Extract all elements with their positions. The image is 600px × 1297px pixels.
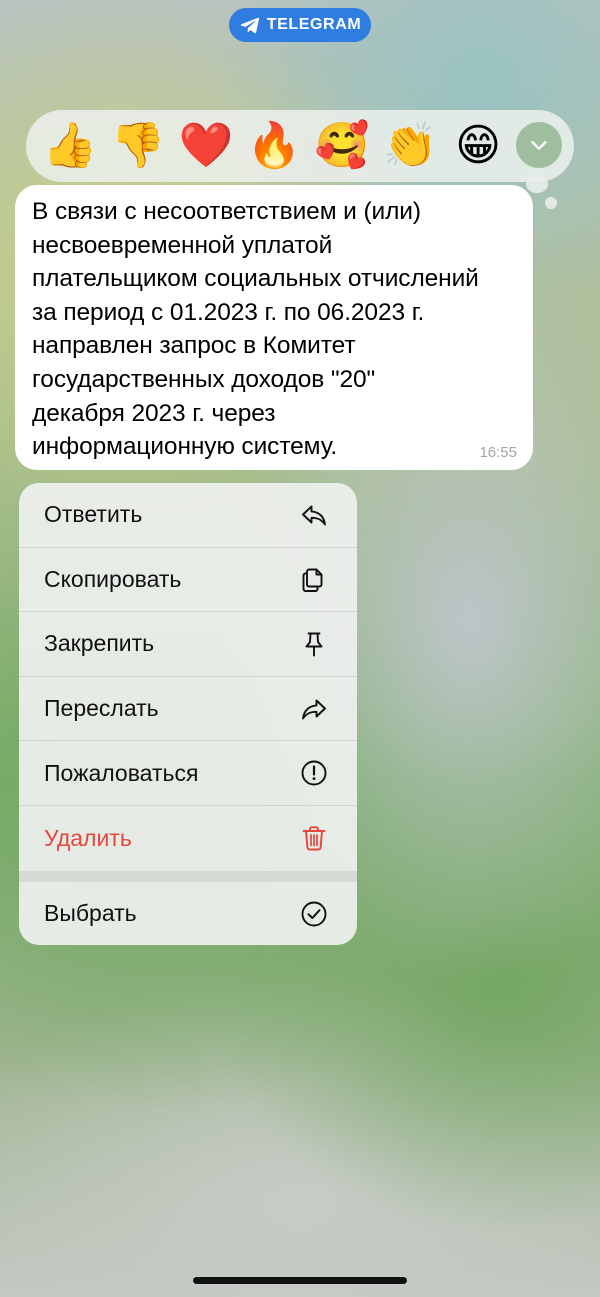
reaction-thumbs-up[interactable]: 👍 [36, 116, 104, 176]
reaction-red-heart[interactable]: ❤️ [172, 116, 240, 176]
reactions-tail-dot [545, 197, 557, 209]
message-line: направлен запрос в Комитет [32, 332, 356, 360]
menu-item-label: Ответить [44, 501, 143, 528]
menu-item-label: Закрепить [44, 630, 155, 657]
menu-item-forward[interactable]: Переслать [19, 677, 357, 742]
message-line: информационную систему. [32, 433, 338, 461]
menu-separator [19, 870, 357, 882]
menu-item-reply[interactable]: Ответить [19, 483, 357, 548]
home-indicator[interactable] [193, 1277, 407, 1284]
reply-icon [302, 505, 326, 526]
telegram-banner[interactable]: TELEGRAM [229, 8, 371, 42]
reaction-smiling-face-with-hearts[interactable]: 🥰 [308, 116, 376, 176]
reaction-thumbs-down[interactable]: 👎 [104, 116, 172, 176]
message-line: декабря 2023 г. через [32, 399, 276, 427]
pin-icon [305, 632, 323, 657]
message-line: несвоевременной уплатой [32, 231, 333, 259]
telegram-plane-icon [240, 17, 259, 34]
menu-item-label: Скопировать [44, 565, 182, 592]
menu-item-select[interactable]: Выбрать [19, 882, 357, 945]
trash-icon [302, 826, 326, 851]
forward-icon [302, 699, 326, 720]
reactions-bar: 👍 👎 ❤️ 🔥 🥰 👏 😁 [26, 110, 574, 182]
grinning-face-icon: 😁 [455, 120, 501, 171]
menu-item-label: Пожаловаться [44, 759, 199, 786]
message-text: В связи с несоответствием и (или) несвое… [32, 195, 517, 464]
report-icon [301, 760, 327, 786]
telegram-label: TELEGRAM [266, 16, 362, 33]
clapping-hands-icon: 👏 [382, 120, 438, 171]
reaction-fire[interactable]: 🔥 [240, 116, 308, 176]
message-bubble[interactable]: В связи с несоответствием и (или) несвое… [15, 185, 533, 470]
menu-item-pin[interactable]: Закрепить [19, 612, 357, 677]
message-line: за период с 01.2023 г. по 06.2023 г. [32, 298, 425, 326]
expand-reactions-button[interactable] [516, 122, 562, 168]
menu-item-label: Удалить [44, 824, 132, 851]
reactions-tail [526, 175, 548, 193]
smiling-face-with-hearts-icon: 🥰 [314, 120, 370, 171]
menu-item-label: Выбрать [44, 900, 137, 927]
red-heart-icon: ❤️ [178, 120, 234, 171]
reaction-clapping-hands[interactable]: 👏 [376, 116, 444, 176]
menu-item-delete[interactable]: Удалить [19, 806, 357, 871]
menu-item-report[interactable]: Пожаловаться [19, 741, 357, 806]
select-check-icon [301, 901, 327, 927]
message-line: плательщиком социальных отчислений [32, 265, 479, 293]
message-line: государственных доходов "20" [32, 365, 376, 393]
reaction-grinning-face[interactable]: 😁 [444, 116, 512, 176]
menu-item-label: Переслать [44, 695, 159, 722]
chevron-down-icon [531, 141, 547, 150]
thumbs-down-icon: 👎 [110, 120, 166, 171]
menu-item-copy[interactable]: Скопировать [19, 548, 357, 613]
context-menu: Ответить Скопировать Закрепить Переслать… [19, 483, 357, 945]
copy-icon [302, 568, 323, 593]
message-line: В связи с несоответствием и (или) [32, 198, 421, 225]
thumbs-up-icon: 👍 [42, 120, 98, 171]
fire-icon: 🔥 [246, 120, 302, 171]
message-time: 16:55 [479, 444, 517, 461]
